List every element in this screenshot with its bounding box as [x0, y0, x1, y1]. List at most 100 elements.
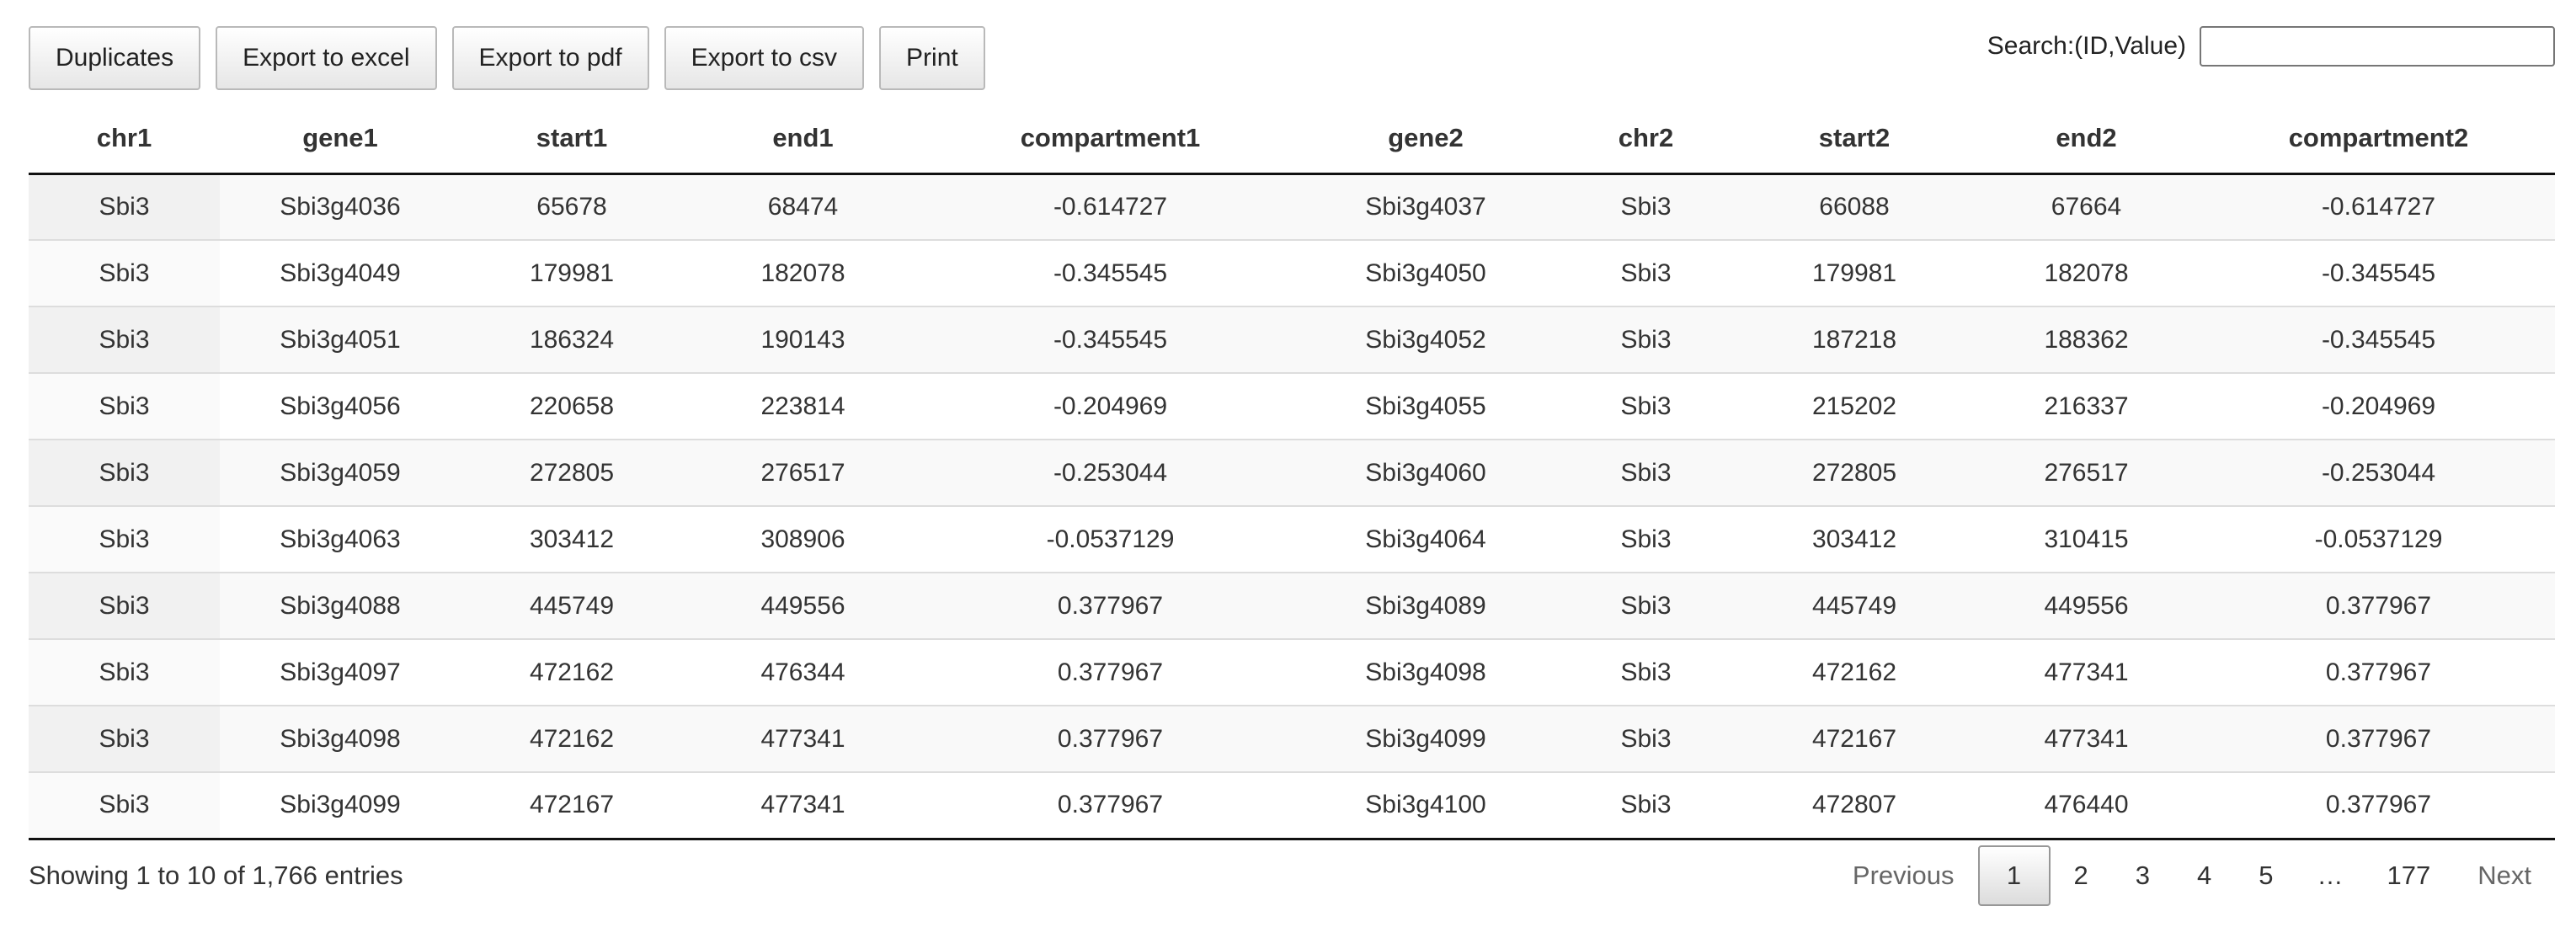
page-button-3[interactable]: 3	[2112, 845, 2173, 906]
cell-start1: 65678	[461, 173, 683, 240]
search-input[interactable]	[2200, 26, 2555, 67]
cell-compartment1: -0.345545	[923, 239, 1298, 306]
cell-chr2: Sbi3	[1554, 771, 1738, 840]
cell-end2: 477341	[1971, 638, 2202, 706]
toolbar: Duplicates Export to excel Export to pdf…	[29, 26, 985, 90]
column-header-start2[interactable]: start2	[1738, 104, 1971, 175]
cell-gene2: Sbi3g4089	[1298, 572, 1554, 639]
cell-gene2: Sbi3g4100	[1298, 771, 1554, 840]
previous-page-button[interactable]: Previous	[1829, 845, 1978, 906]
cell-chr2: Sbi3	[1554, 306, 1738, 373]
pagination: Previous 1 2 3 4 5 … 177 Next	[1829, 845, 2555, 906]
next-page-button[interactable]: Next	[2454, 845, 2555, 906]
cell-chr1: Sbi3	[29, 372, 220, 440]
cell-compartment2: -0.345545	[2202, 239, 2555, 306]
cell-compartment1: -0.204969	[923, 372, 1298, 440]
cell-gene1: Sbi3g4049	[220, 239, 461, 306]
cell-compartment2: -0.345545	[2202, 306, 2555, 373]
cell-chr2: Sbi3	[1554, 372, 1738, 440]
cell-end2: 182078	[1971, 239, 2202, 306]
column-header-gene1[interactable]: gene1	[220, 104, 461, 175]
cell-start2: 66088	[1738, 173, 1971, 240]
cell-start1: 445749	[461, 572, 683, 639]
cell-start2: 187218	[1738, 306, 1971, 373]
table-row: Sbi3 Sbi3g4056 220658 223814 -0.204969 Sbi3g4…	[29, 372, 2555, 440]
cell-compartment2: -0.253044	[2202, 439, 2555, 506]
cell-compartment2: 0.377967	[2202, 771, 2555, 840]
column-header-end1[interactable]: end1	[683, 104, 923, 175]
cell-end2: 216337	[1971, 372, 2202, 440]
export-csv-button[interactable]: Export to csv	[664, 26, 865, 90]
cell-start1: 472162	[461, 638, 683, 706]
cell-end2: 476440	[1971, 771, 2202, 840]
cell-end1: 182078	[683, 239, 923, 306]
cell-chr1: Sbi3	[29, 572, 220, 639]
cell-start2: 303412	[1738, 505, 1971, 573]
cell-end2: 310415	[1971, 505, 2202, 573]
page-button-2[interactable]: 2	[2051, 845, 2112, 906]
cell-compartment1: 0.377967	[923, 638, 1298, 706]
cell-gene2: Sbi3g4055	[1298, 372, 1554, 440]
cell-compartment2: 0.377967	[2202, 638, 2555, 706]
print-button[interactable]: Print	[879, 26, 985, 90]
cell-gene2: Sbi3g4060	[1298, 439, 1554, 506]
pagination-ellipsis: …	[2317, 861, 2344, 890]
column-header-compartment1[interactable]: compartment1	[923, 104, 1298, 175]
export-pdf-button[interactable]: Export to pdf	[451, 26, 649, 90]
cell-compartment2: 0.377967	[2202, 705, 2555, 772]
cell-end1: 449556	[683, 572, 923, 639]
page-button-1[interactable]: 1	[1977, 845, 2051, 906]
cell-end1: 223814	[683, 372, 923, 440]
search-label: Search:(ID,Value)	[1987, 32, 2186, 60]
cell-compartment1: -0.345545	[923, 306, 1298, 373]
cell-start2: 179981	[1738, 239, 1971, 306]
table-row: Sbi3 Sbi3g4098 472162 477341 0.377967 Sbi3g40…	[29, 705, 2555, 772]
cell-gene2: Sbi3g4099	[1298, 705, 1554, 772]
cell-end2: 276517	[1971, 439, 2202, 506]
cell-chr2: Sbi3	[1554, 439, 1738, 506]
cell-compartment2: -0.204969	[2202, 372, 2555, 440]
cell-start2: 472807	[1738, 771, 1971, 840]
page-button-5[interactable]: 5	[2235, 845, 2296, 906]
column-header-gene2[interactable]: gene2	[1298, 104, 1554, 175]
cell-end1: 68474	[683, 173, 923, 240]
cell-end1: 190143	[683, 306, 923, 373]
cell-chr2: Sbi3	[1554, 638, 1738, 706]
cell-start1: 472162	[461, 705, 683, 772]
cell-chr1: Sbi3	[29, 306, 220, 373]
column-header-chr2[interactable]: chr2	[1554, 104, 1738, 175]
cell-gene1: Sbi3g4099	[220, 771, 461, 840]
cell-gene1: Sbi3g4036	[220, 173, 461, 240]
cell-start2: 472167	[1738, 705, 1971, 772]
duplicates-button[interactable]: Duplicates	[29, 26, 201, 90]
cell-gene1: Sbi3g4059	[220, 439, 461, 506]
entries-info: Showing 1 to 10 of 1,766 entries	[29, 861, 403, 890]
cell-gene1: Sbi3g4051	[220, 306, 461, 373]
page-button-177[interactable]: 177	[2364, 845, 2455, 906]
cell-compartment2: -0.614727	[2202, 173, 2555, 240]
export-excel-button[interactable]: Export to excel	[216, 26, 437, 90]
cell-chr2: Sbi3	[1554, 572, 1738, 639]
cell-chr2: Sbi3	[1554, 705, 1738, 772]
cell-chr2: Sbi3	[1554, 173, 1738, 240]
cell-chr1: Sbi3	[29, 505, 220, 573]
column-header-compartment2[interactable]: compartment2	[2202, 104, 2555, 175]
cell-start1: 220658	[461, 372, 683, 440]
column-header-start1[interactable]: start1	[461, 104, 683, 175]
cell-end2: 188362	[1971, 306, 2202, 373]
cell-compartment1: 0.377967	[923, 705, 1298, 772]
cell-end1: 308906	[683, 505, 923, 573]
cell-start1: 186324	[461, 306, 683, 373]
cell-chr1: Sbi3	[29, 638, 220, 706]
cell-start1: 272805	[461, 439, 683, 506]
cell-compartment1: 0.377967	[923, 771, 1298, 840]
cell-compartment1: -0.0537129	[923, 505, 1298, 573]
cell-start1: 303412	[461, 505, 683, 573]
cell-end1: 276517	[683, 439, 923, 506]
page-button-4[interactable]: 4	[2173, 845, 2235, 906]
cell-start2: 445749	[1738, 572, 1971, 639]
column-header-end2[interactable]: end2	[1971, 104, 2202, 175]
column-header-chr1[interactable]: chr1	[29, 104, 220, 175]
cell-chr1: Sbi3	[29, 239, 220, 306]
cell-chr2: Sbi3	[1554, 239, 1738, 306]
